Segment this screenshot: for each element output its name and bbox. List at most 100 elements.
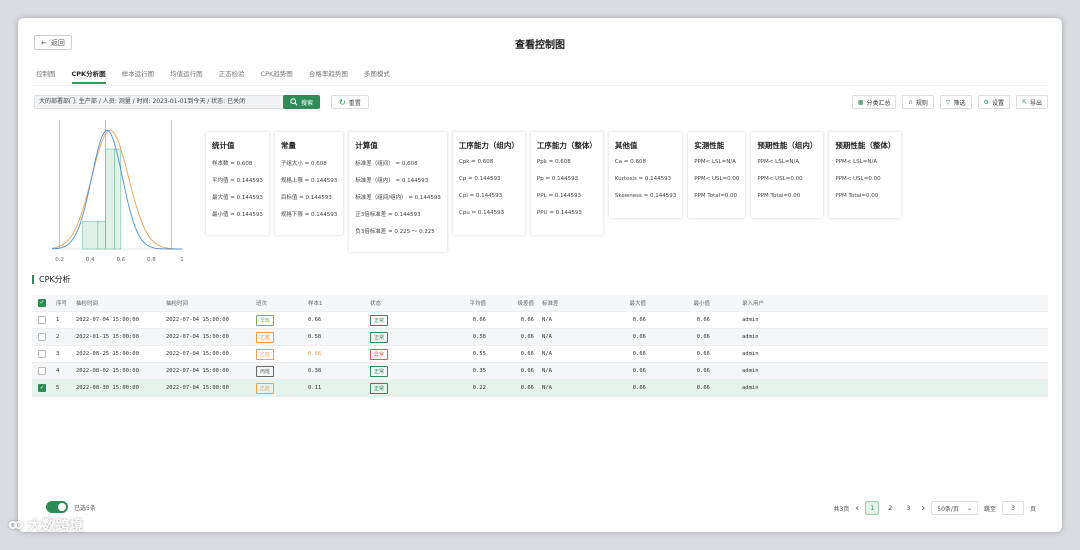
sample-time: 2022-07-04 15:00:00: [166, 351, 229, 357]
average-value: 0.55: [472, 351, 486, 357]
tab-5[interactable]: CPK趋势图: [261, 68, 293, 84]
goto-label: 跳至: [983, 505, 996, 513]
card-value: PPM Total=0.00: [757, 193, 801, 199]
next-page-icon[interactable]: ›: [921, 503, 925, 514]
average-value: 0.66: [472, 317, 486, 323]
column-header: 状态: [370, 301, 382, 307]
card-value: PPM< USL=0.00: [757, 176, 803, 182]
stat-card: 工序能力（整体） Ppk = 0.608 Pp = 0.144593 PPL = 0.…: [530, 132, 603, 235]
shift-badge: 丙班: [256, 365, 275, 377]
reset-button[interactable]: ↻ 重置: [331, 95, 369, 109]
table-row[interactable]: 2 2022-01-15 15:00:00 2022-07-04 15:00:00 乙…: [32, 329, 1048, 346]
histogram-bar: [82, 221, 99, 250]
toolbar-label: 导出: [1029, 99, 1042, 107]
prev-page-icon[interactable]: ‹: [855, 503, 859, 514]
row-checkbox[interactable]: [38, 350, 46, 358]
sample-value: 0.11: [308, 385, 322, 391]
row-checkbox[interactable]: [38, 316, 46, 324]
table-row[interactable]: 4 2022-08-02 15:00:00 2022-07-04 15:00:00 丙…: [32, 363, 1048, 380]
toolbar-button-3[interactable]: ⚙ 设置: [977, 95, 1010, 109]
tab-3[interactable]: 均值运行图: [170, 68, 203, 84]
range-value: 0.66: [520, 334, 534, 340]
stat-card: 其他值 Ca = 0.608 Kurtosis = 0.144593 Skewness…: [608, 132, 683, 218]
table-row[interactable]: 3 2022-08-25 15:00:00 2022-07-04 15:00:00 乙…: [32, 346, 1048, 363]
status-badge: 正常: [370, 365, 389, 377]
sample-time: 2022-08-30 15:00:00: [76, 385, 139, 391]
column-header: 平均值: [469, 301, 486, 307]
range-value: 0.66: [520, 351, 534, 357]
sample-time: 2022-08-02 15:00:00: [76, 368, 139, 374]
shift-cell: 乙班: [256, 382, 308, 394]
tab-0[interactable]: 控制图: [36, 68, 56, 84]
row-index: 2: [56, 334, 60, 340]
shift-badge: 早班: [256, 314, 275, 326]
row-checkbox[interactable]: [38, 384, 46, 392]
card-value: PPM< LSL=N/A: [757, 159, 800, 165]
toolbar-button-2[interactable]: ▽ 筛选: [939, 95, 972, 109]
table-row[interactable]: 5 2022-08-30 15:00:00 2022-07-04 15:00:00 乙…: [32, 380, 1048, 397]
card-value: 子组大小 = 0.608: [280, 161, 327, 167]
page-3[interactable]: 3: [901, 501, 915, 515]
min-value: 0.66: [696, 317, 710, 323]
toolbar-button-1[interactable]: ∩ 规则: [902, 95, 934, 109]
stat-card: 常量 子组大小 = 0.608 规格上限 = 0.144593 目标值 = 0.144…: [274, 132, 344, 235]
row-index: 1: [56, 317, 60, 323]
page-1[interactable]: 1: [865, 501, 880, 515]
refresh-icon: ↻: [339, 97, 346, 107]
page-2[interactable]: 2: [883, 501, 897, 515]
card-value: 标准差（组内） = 0.144593: [355, 178, 429, 184]
toggle-label: 已选5条: [74, 504, 96, 512]
page-size-value: 50条/页: [937, 505, 959, 513]
max-value: 0.66: [632, 317, 646, 323]
tab-1[interactable]: CPK分析图: [71, 68, 106, 84]
card-title: 其他值: [614, 141, 638, 150]
tab-7[interactable]: 多图模式: [364, 68, 390, 84]
state-cell: 正常: [370, 365, 426, 377]
state-cell: 异常: [370, 348, 426, 360]
filter-summary[interactable]: 大的部署部门: 生产部 / 人员: 测量 / 时间: 2023-01-01到今天…: [34, 95, 292, 109]
export-icon: ⇱: [1021, 98, 1027, 106]
card-value: 规格下限 = 0.144593: [280, 212, 338, 218]
tab-4[interactable]: 正态检验: [219, 68, 245, 84]
shift-badge: 乙班: [256, 331, 275, 343]
table-row[interactable]: 1 2022-07-04 15:00:00 2022-07-04 15:00:00 早…: [32, 312, 1048, 329]
card-title: 预期性能（组内）: [757, 141, 818, 150]
card-value: 标准差（组间/组内） = 0.144593: [355, 195, 441, 201]
x-tick-label: 0.8: [147, 257, 156, 263]
tab-2[interactable]: 样本运行图: [122, 68, 155, 84]
tab-6[interactable]: 合格率趋势图: [309, 68, 348, 84]
page-size-select[interactable]: 50条/页 ⌄: [931, 501, 978, 515]
status-badge: 正常: [370, 382, 389, 394]
stat-card: 预期性能（整体） PPM< LSL=N/A PPM< USL=0.00 PPM Tot…: [829, 132, 902, 218]
card-value: 平均值 = 0.144593: [212, 178, 263, 184]
card-value: Cpu = 0.144593: [458, 210, 505, 216]
entry-user: admin: [742, 317, 759, 323]
watermark-logo: ꝏ 大数跨境: [8, 515, 83, 535]
status-badge: 异常: [370, 348, 389, 360]
shift-cell: 乙班: [256, 348, 308, 360]
std-value: N/A: [542, 385, 552, 391]
entry-user: admin: [742, 351, 759, 357]
card-value: 标准差（组间） = 0.608: [355, 161, 418, 167]
toggle-switch[interactable]: [46, 501, 68, 513]
x-tick-label: 0.6: [116, 257, 125, 263]
query-button[interactable]: 搜索: [283, 95, 321, 109]
goto-page-input[interactable]: 3: [1001, 501, 1024, 515]
row-checkbox[interactable]: [38, 333, 46, 341]
card-value: 正3倍标准差 = 0.144593: [355, 212, 421, 218]
toolbar-button-0[interactable]: ▦ 分类汇总: [851, 95, 897, 109]
query-label: 搜索: [301, 99, 314, 107]
row-index: 4: [56, 368, 60, 374]
max-value: 0.66: [632, 334, 646, 340]
toolbar-label: 规则: [915, 99, 928, 107]
card-value: Kurtosis = 0.144593: [614, 176, 672, 182]
select-all-checkbox[interactable]: [38, 299, 46, 307]
min-value: 0.66: [696, 334, 710, 340]
min-value: 0.66: [696, 351, 710, 357]
toolbar-button-4[interactable]: ⇱ 导出: [1015, 95, 1048, 109]
card-value: Cpl = 0.144593: [458, 193, 503, 199]
shift-cell: 丙班: [256, 365, 308, 377]
row-checkbox[interactable]: [38, 367, 46, 375]
card-title: 实测性能: [694, 141, 725, 150]
status-badge: 正常: [370, 331, 389, 343]
